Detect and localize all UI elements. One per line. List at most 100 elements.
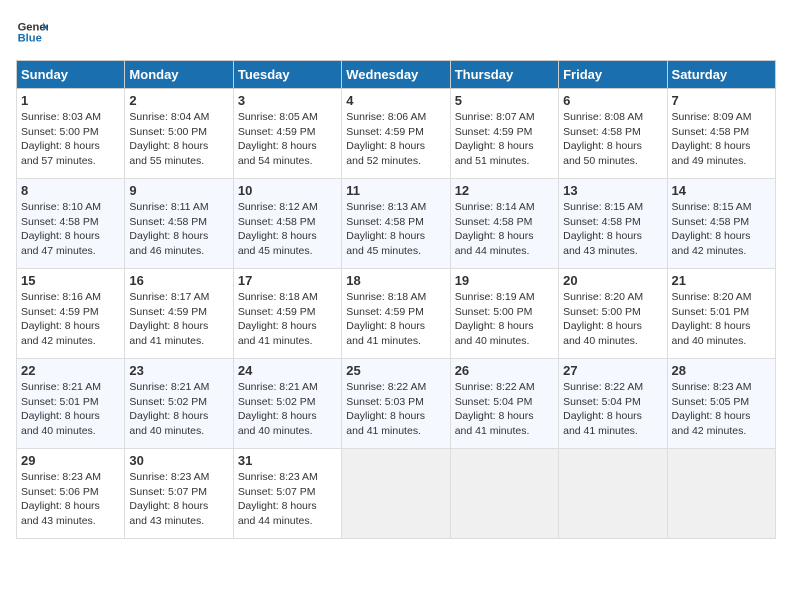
calendar-day-cell: 28 Sunrise: 8:23 AM Sunset: 5:05 PM Dayli… <box>667 359 775 449</box>
day-info: Sunrise: 8:15 AM Sunset: 4:58 PM Dayligh… <box>563 200 662 259</box>
day-number: 14 <box>672 183 771 198</box>
day-info: Sunrise: 8:18 AM Sunset: 4:59 PM Dayligh… <box>238 290 337 349</box>
day-number: 20 <box>563 273 662 288</box>
day-number: 26 <box>455 363 554 378</box>
calendar-day-cell: 22Sunrise: 8:21 AM Sunset: 5:01 PM Dayli… <box>17 359 125 449</box>
day-number: 16 <box>129 273 228 288</box>
calendar-body: 1 Sunrise: 8:03 AM Sunset: 5:00 PM Daylig… <box>17 89 776 539</box>
calendar-day-cell: 12 Sunrise: 8:14 AM Sunset: 4:58 PM Dayli… <box>450 179 558 269</box>
page-header: General Blue <box>16 16 776 48</box>
calendar-day-cell: 9Sunrise: 8:11 AM Sunset: 4:58 PM Daylig… <box>125 179 233 269</box>
calendar-day-cell: 25 Sunrise: 8:22 AM Sunset: 5:03 PM Dayli… <box>342 359 450 449</box>
calendar-day-cell: 2 Sunrise: 8:04 AM Sunset: 5:00 PM Daylig… <box>125 89 233 179</box>
calendar-table: SundayMondayTuesdayWednesdayThursdayFrid… <box>16 60 776 539</box>
day-number: 11 <box>346 183 445 198</box>
day-number: 28 <box>672 363 771 378</box>
day-info: Sunrise: 8:23 AM Sunset: 5:06 PM Dayligh… <box>21 470 120 529</box>
day-number: 8 <box>21 183 120 198</box>
calendar-day-cell: 8 Sunrise: 8:10 AM Sunset: 4:58 PM Daylig… <box>17 179 125 269</box>
calendar-day-cell: 4Sunrise: 8:06 AM Sunset: 4:59 PM Daylig… <box>342 89 450 179</box>
day-number: 19 <box>455 273 554 288</box>
day-of-week-header: Saturday <box>667 61 775 89</box>
calendar-day-cell: 19 Sunrise: 8:19 AM Sunset: 5:00 PM Dayli… <box>450 269 558 359</box>
calendar-day-cell: 18 Sunrise: 8:18 AM Sunset: 4:59 PM Dayli… <box>342 269 450 359</box>
day-info: Sunrise: 8:03 AM Sunset: 5:00 PM Dayligh… <box>21 110 120 169</box>
day-number: 13 <box>563 183 662 198</box>
day-info: Sunrise: 8:22 AM Sunset: 5:04 PM Dayligh… <box>563 380 662 439</box>
day-number: 29 <box>21 453 120 468</box>
day-of-week-header: Sunday <box>17 61 125 89</box>
day-number: 4 <box>346 93 445 108</box>
calendar-day-cell: 6Sunrise: 8:08 AM Sunset: 4:58 PM Daylig… <box>559 89 667 179</box>
day-number: 2 <box>129 93 228 108</box>
day-info: Sunrise: 8:10 AM Sunset: 4:58 PM Dayligh… <box>21 200 120 259</box>
day-info: Sunrise: 8:15 AM Sunset: 4:58 PM Dayligh… <box>672 200 771 259</box>
day-number: 7 <box>672 93 771 108</box>
calendar-day-cell: 5 Sunrise: 8:07 AM Sunset: 4:59 PM Daylig… <box>450 89 558 179</box>
day-info: Sunrise: 8:18 AM Sunset: 4:59 PM Dayligh… <box>346 290 445 349</box>
day-info: Sunrise: 8:21 AM Sunset: 5:01 PM Dayligh… <box>21 380 120 439</box>
day-info: Sunrise: 8:23 AM Sunset: 5:07 PM Dayligh… <box>129 470 228 529</box>
calendar-day-cell: 31 Sunrise: 8:23 AM Sunset: 5:07 PM Dayli… <box>233 449 341 539</box>
calendar-week-row: 1 Sunrise: 8:03 AM Sunset: 5:00 PM Daylig… <box>17 89 776 179</box>
day-info: Sunrise: 8:09 AM Sunset: 4:58 PM Dayligh… <box>672 110 771 169</box>
calendar-day-cell: 17 Sunrise: 8:18 AM Sunset: 4:59 PM Dayli… <box>233 269 341 359</box>
day-number: 25 <box>346 363 445 378</box>
calendar-day-cell: 14 Sunrise: 8:15 AM Sunset: 4:58 PM Dayli… <box>667 179 775 269</box>
day-info: Sunrise: 8:23 AM Sunset: 5:07 PM Dayligh… <box>238 470 337 529</box>
calendar-day-cell <box>667 449 775 539</box>
day-number: 1 <box>21 93 120 108</box>
day-info: Sunrise: 8:07 AM Sunset: 4:59 PM Dayligh… <box>455 110 554 169</box>
calendar-day-cell: 26 Sunrise: 8:22 AM Sunset: 5:04 PM Dayli… <box>450 359 558 449</box>
day-number: 18 <box>346 273 445 288</box>
logo-icon: General Blue <box>16 16 48 48</box>
calendar-day-cell: 13 Sunrise: 8:15 AM Sunset: 4:58 PM Dayli… <box>559 179 667 269</box>
calendar-day-cell: 15 Sunrise: 8:16 AM Sunset: 4:59 PM Dayli… <box>17 269 125 359</box>
day-of-week-header: Friday <box>559 61 667 89</box>
day-info: Sunrise: 8:19 AM Sunset: 5:00 PM Dayligh… <box>455 290 554 349</box>
calendar-day-cell: 29 Sunrise: 8:23 AM Sunset: 5:06 PM Dayli… <box>17 449 125 539</box>
day-number: 17 <box>238 273 337 288</box>
calendar-week-row: 22Sunrise: 8:21 AM Sunset: 5:01 PM Dayli… <box>17 359 776 449</box>
calendar-day-cell <box>450 449 558 539</box>
calendar-day-cell: 16 Sunrise: 8:17 AM Sunset: 4:59 PM Dayli… <box>125 269 233 359</box>
calendar-week-row: 8 Sunrise: 8:10 AM Sunset: 4:58 PM Daylig… <box>17 179 776 269</box>
day-info: Sunrise: 8:21 AM Sunset: 5:02 PM Dayligh… <box>129 380 228 439</box>
day-info: Sunrise: 8:12 AM Sunset: 4:58 PM Dayligh… <box>238 200 337 259</box>
day-info: Sunrise: 8:16 AM Sunset: 4:59 PM Dayligh… <box>21 290 120 349</box>
day-number: 31 <box>238 453 337 468</box>
day-info: Sunrise: 8:20 AM Sunset: 5:01 PM Dayligh… <box>672 290 771 349</box>
day-of-week-header: Thursday <box>450 61 558 89</box>
calendar-day-cell: 1 Sunrise: 8:03 AM Sunset: 5:00 PM Daylig… <box>17 89 125 179</box>
calendar-day-cell: 27 Sunrise: 8:22 AM Sunset: 5:04 PM Dayli… <box>559 359 667 449</box>
calendar-day-cell: 7 Sunrise: 8:09 AM Sunset: 4:58 PM Daylig… <box>667 89 775 179</box>
day-info: Sunrise: 8:14 AM Sunset: 4:58 PM Dayligh… <box>455 200 554 259</box>
day-number: 12 <box>455 183 554 198</box>
day-number: 5 <box>455 93 554 108</box>
day-info: Sunrise: 8:21 AM Sunset: 5:02 PM Dayligh… <box>238 380 337 439</box>
calendar-day-cell: 10 Sunrise: 8:12 AM Sunset: 4:58 PM Dayli… <box>233 179 341 269</box>
day-number: 9 <box>129 183 228 198</box>
day-info: Sunrise: 8:17 AM Sunset: 4:59 PM Dayligh… <box>129 290 228 349</box>
calendar-day-cell: 23 Sunrise: 8:21 AM Sunset: 5:02 PM Dayli… <box>125 359 233 449</box>
day-info: Sunrise: 8:20 AM Sunset: 5:00 PM Dayligh… <box>563 290 662 349</box>
day-info: Sunrise: 8:23 AM Sunset: 5:05 PM Dayligh… <box>672 380 771 439</box>
svg-text:Blue: Blue <box>18 33 42 45</box>
calendar-day-cell <box>559 449 667 539</box>
day-info: Sunrise: 8:22 AM Sunset: 5:03 PM Dayligh… <box>346 380 445 439</box>
day-number: 3 <box>238 93 337 108</box>
day-info: Sunrise: 8:22 AM Sunset: 5:04 PM Dayligh… <box>455 380 554 439</box>
day-number: 10 <box>238 183 337 198</box>
calendar-header-row: SundayMondayTuesdayWednesdayThursdayFrid… <box>17 61 776 89</box>
calendar-day-cell: 3Sunrise: 8:05 AM Sunset: 4:59 PM Daylig… <box>233 89 341 179</box>
day-number: 27 <box>563 363 662 378</box>
day-number: 15 <box>21 273 120 288</box>
calendar-day-cell: 30Sunrise: 8:23 AM Sunset: 5:07 PM Dayli… <box>125 449 233 539</box>
calendar-week-row: 29 Sunrise: 8:23 AM Sunset: 5:06 PM Dayli… <box>17 449 776 539</box>
logo: General Blue <box>16 16 48 48</box>
calendar-day-cell <box>342 449 450 539</box>
day-info: Sunrise: 8:04 AM Sunset: 5:00 PM Dayligh… <box>129 110 228 169</box>
day-of-week-header: Wednesday <box>342 61 450 89</box>
day-of-week-header: Tuesday <box>233 61 341 89</box>
day-number: 23 <box>129 363 228 378</box>
